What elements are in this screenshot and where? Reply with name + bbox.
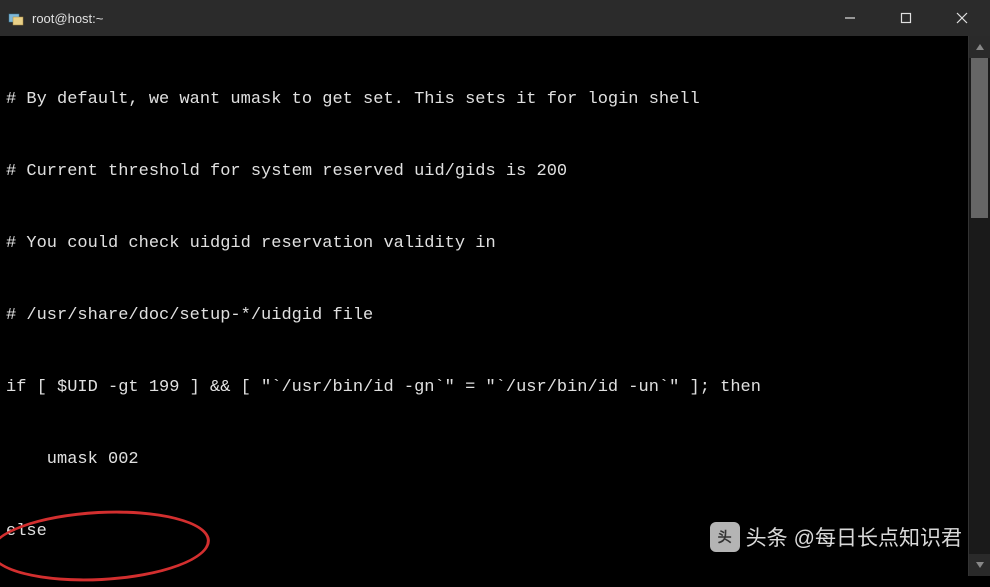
window-titlebar: root@host:~	[0, 0, 990, 36]
terminal-line: umask 002	[6, 448, 962, 472]
terminal-line: else	[6, 520, 962, 544]
terminal-line: if [ $UID -gt 199 ] && [ "`/usr/bin/id -…	[6, 376, 962, 400]
terminal-line: # You could check uidgid reservation val…	[6, 232, 962, 256]
scroll-up-button[interactable]	[969, 36, 990, 58]
vertical-scrollbar[interactable]	[968, 36, 990, 576]
window-title: root@host:~	[32, 11, 822, 26]
maximize-button[interactable]	[878, 0, 934, 36]
scroll-thumb[interactable]	[971, 58, 988, 218]
terminal-container: # By default, we want umask to get set. …	[0, 36, 990, 576]
close-button[interactable]	[934, 0, 990, 36]
terminal-output[interactable]: # By default, we want umask to get set. …	[0, 36, 968, 576]
terminal-line: # Current threshold for system reserved …	[6, 160, 962, 184]
terminal-line: # /usr/share/doc/setup-*/uidgid file	[6, 304, 962, 328]
scroll-track[interactable]	[969, 58, 990, 554]
terminal-line: # By default, we want umask to get set. …	[6, 88, 962, 112]
window-controls	[822, 0, 990, 36]
app-icon	[8, 10, 24, 26]
scroll-down-button[interactable]	[969, 554, 990, 576]
minimize-button[interactable]	[822, 0, 878, 36]
